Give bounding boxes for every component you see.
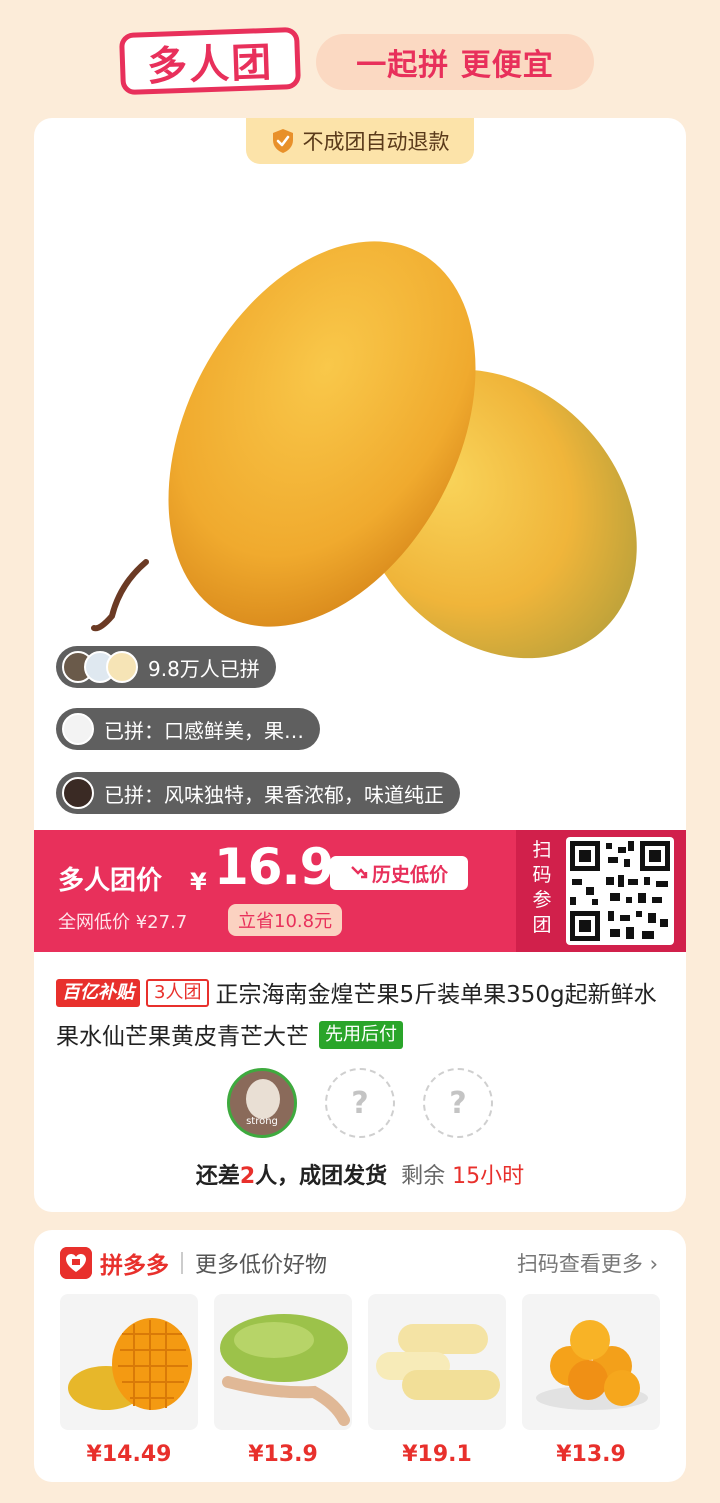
avatar xyxy=(62,713,94,745)
net-low-price: 全网低价 ¥27.7 xyxy=(58,912,188,933)
scan-more-link[interactable]: 扫码查看更多 › xyxy=(517,1248,658,1278)
scan-join-label: 扫码参团 xyxy=(532,839,552,936)
history-low-tag: 历史低价 xyxy=(330,856,468,890)
shield-check-icon xyxy=(272,129,293,153)
product-card[interactable]: 不成团自动退款 9.8万人已拼 已拼：口感鲜美，果… 已拼：风味独特，果香浓郁，… xyxy=(34,118,686,1212)
product-item[interactable]: ¥19.1 xyxy=(368,1294,506,1467)
save-amount: 立省10.8元 xyxy=(228,904,343,936)
product-price: ¥13.9 xyxy=(248,1442,318,1467)
group-status: 还差2人，成团发货 剩余 15小时 xyxy=(195,1164,525,1189)
product-item[interactable]: ¥13.9 xyxy=(214,1294,352,1467)
avatar-group xyxy=(62,651,138,683)
product-item[interactable]: ¥13.9 xyxy=(522,1294,660,1467)
review-text: 已拼：口感鲜美，果… xyxy=(104,718,304,743)
scan-join-panel[interactable]: 扫码参团 xyxy=(516,830,686,952)
recommend-card: 拼多多 更多低价好物 扫码查看更多 › ¥14.49 ¥13.9 ¥19.1 ¥… xyxy=(34,1230,686,1482)
recommend-subtitle: 更多低价好物 xyxy=(195,1253,328,1278)
group-size-tag: 3人团 xyxy=(146,978,210,1007)
product-thumbnail xyxy=(214,1294,352,1430)
divider xyxy=(181,1252,183,1274)
pinduoduo-logo-icon xyxy=(60,1247,92,1279)
qr-code-icon[interactable] xyxy=(566,837,674,945)
member-avatar: strong xyxy=(227,1068,297,1138)
chevron-right-icon: › xyxy=(649,1252,658,1276)
product-price: ¥14.49 xyxy=(86,1442,172,1467)
product-thumbnail xyxy=(522,1294,660,1430)
trend-down-icon xyxy=(351,866,368,879)
pdd-brand: 拼多多 xyxy=(100,1253,169,1279)
remaining-label: 剩余 xyxy=(401,1164,446,1189)
product-thumbnail xyxy=(368,1294,506,1430)
subsidy-tag: 百亿补贴 xyxy=(56,978,140,1007)
group-price: 16.9 xyxy=(214,838,334,896)
avatar xyxy=(106,651,138,683)
joined-count-bubble: 9.8万人已拼 xyxy=(56,646,276,688)
product-item[interactable]: ¥14.49 xyxy=(60,1294,198,1467)
remaining-time: 15小时 xyxy=(452,1164,525,1189)
product-title-block[interactable]: 百亿补贴 3人团 正宗海南金煌芒果5斤装单果350g起新鲜水果水仙芒果黄皮青芒大芒先… xyxy=(56,974,666,1058)
refund-badge: 不成团自动退款 xyxy=(246,118,474,164)
refund-text: 不成团自动退款 xyxy=(302,130,450,154)
group-buy-logo: 多人团 xyxy=(118,26,302,96)
product-price: ¥19.1 xyxy=(402,1442,472,1467)
group-members: strong ? ? xyxy=(34,1068,686,1140)
product-image[interactable]: 9.8万人已拼 已拼：口感鲜美，果… 已拼：风味独特，果香浓郁，味道纯正 xyxy=(34,164,686,814)
review-bubble: 已拼：风味独特，果香浓郁，味道纯正 xyxy=(56,772,460,814)
product-price: ¥13.9 xyxy=(556,1442,626,1467)
slogan: 一起拼 更便宜 xyxy=(316,34,594,90)
empty-slot[interactable]: ? xyxy=(325,1068,395,1138)
pdd-header: 拼多多 更多低价好物 xyxy=(60,1246,327,1280)
avatar xyxy=(62,777,94,809)
missing-count: 2 xyxy=(239,1164,256,1189)
currency-symbol: ¥ xyxy=(190,868,207,896)
price-bar: 多人团价 ¥ 16.9 历史低价 全网低价 ¥27.7 立省10.8元 扫码参团 xyxy=(34,830,686,952)
pay-later-tag: 先用后付 xyxy=(319,1020,403,1049)
review-bubble: 已拼：口感鲜美，果… xyxy=(56,708,320,750)
member-name: strong xyxy=(246,1116,278,1127)
group-price-label: 多人团价 xyxy=(58,866,163,896)
empty-slot[interactable]: ? xyxy=(423,1068,493,1138)
product-thumbnail xyxy=(60,1294,198,1430)
header-banner: 多人团 一起拼 更便宜 xyxy=(0,26,720,96)
review-text: 已拼：风味独特，果香浓郁，味道纯正 xyxy=(104,782,444,807)
joined-count-text: 9.8万人已拼 xyxy=(148,656,260,681)
